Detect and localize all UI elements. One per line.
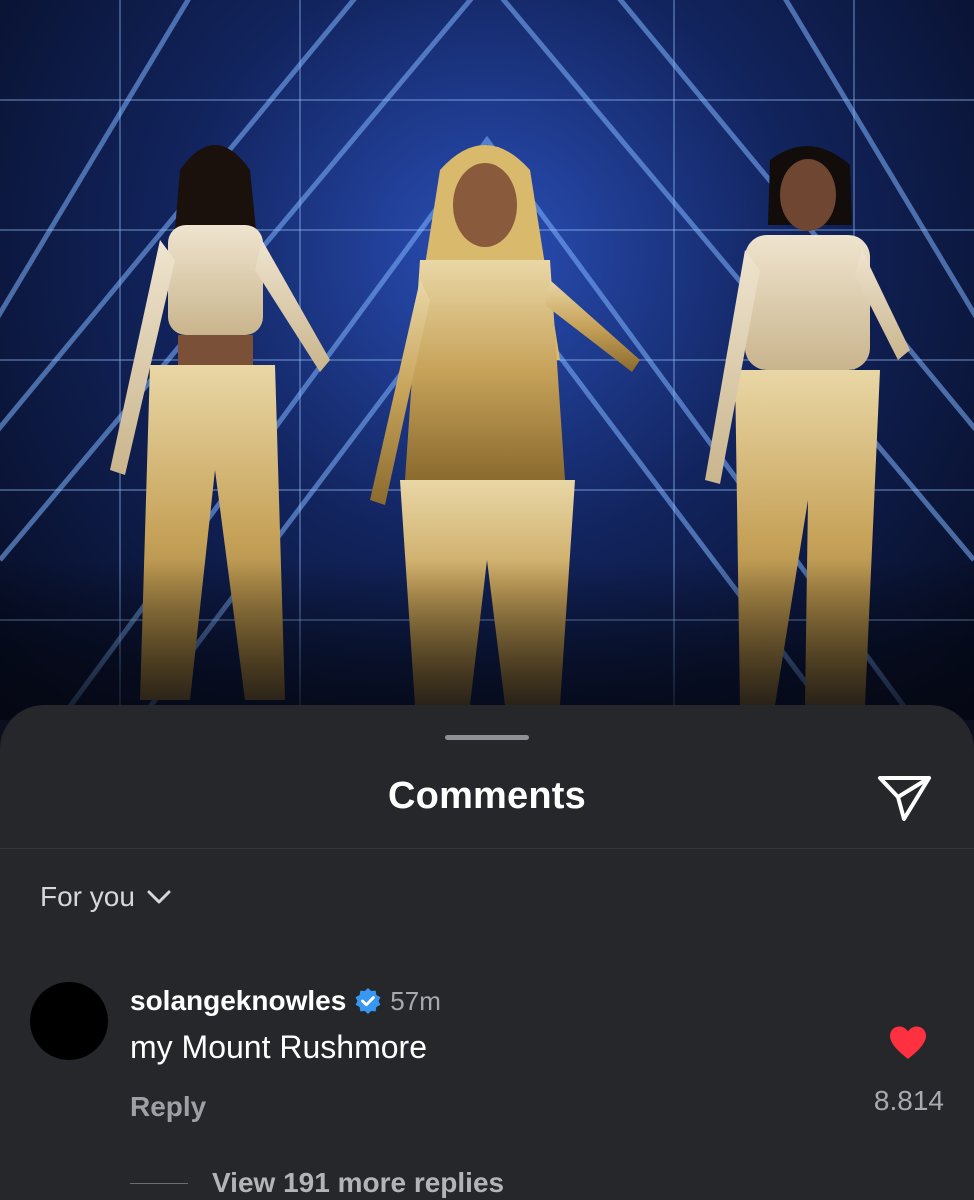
- view-more-replies-button[interactable]: View 191 more replies: [130, 1167, 504, 1199]
- heart-filled-icon: [890, 1026, 926, 1059]
- sheet-divider: [0, 848, 974, 849]
- avatar[interactable]: [30, 982, 108, 1060]
- replies-divider-line: [130, 1182, 188, 1184]
- comment-time: 57m: [390, 985, 441, 1016]
- comment-filter-dropdown[interactable]: For you: [40, 881, 171, 913]
- sheet-grabber[interactable]: [445, 735, 529, 740]
- comment-meta: solangeknowles 57m: [130, 985, 441, 1017]
- paper-plane-icon: [878, 776, 931, 821]
- like-count: 8.814: [873, 1085, 944, 1116]
- reply-button[interactable]: Reply: [130, 1091, 206, 1123]
- comment-text: my Mount Rushmore: [130, 1029, 427, 1065]
- comment-item: solangeknowles 57m my Mount Rushmore Rep…: [30, 977, 944, 1137]
- comment-username[interactable]: solangeknowles: [130, 985, 346, 1017]
- view-more-replies-label: View 191 more replies: [212, 1167, 505, 1198]
- verified-badge-icon: [355, 988, 381, 1014]
- chevron-down-icon: [147, 890, 171, 904]
- post-photo: [0, 0, 974, 720]
- filter-label: For you: [40, 881, 135, 912]
- stage-image: [0, 0, 974, 720]
- share-button[interactable]: [872, 765, 938, 831]
- like-button[interactable]: [886, 1021, 930, 1065]
- comments-sheet: Comments For you solangeknowles 57m my M…: [0, 705, 974, 1200]
- sheet-title: Comments: [388, 775, 586, 817]
